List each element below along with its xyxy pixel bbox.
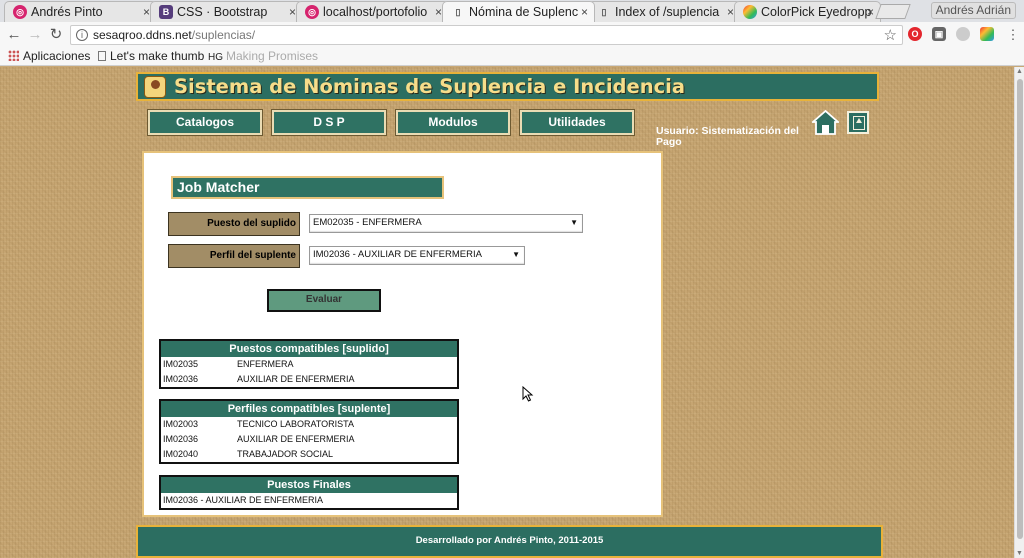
table-row: IM02036 AUXILIAR DE ENFERMERIA (163, 374, 355, 384)
puesto-label: Puesto del suplido (168, 212, 300, 236)
tab-css-bootstrap[interactable]: B CSS · Bootstrap × (150, 1, 303, 22)
close-icon[interactable]: × (143, 2, 150, 22)
scroll-down-icon[interactable]: ▼ (1016, 550, 1023, 557)
info-icon[interactable]: i (76, 29, 88, 41)
instagram-icon: ◎ (305, 5, 319, 19)
app-title: Sistema de Nóminas de Suplencia e Incide… (174, 75, 685, 98)
table-row: IM02036 AUXILIAR DE ENFERMERIA (163, 434, 355, 444)
opera-icon[interactable]: O (908, 27, 922, 41)
menu-catalogos[interactable]: Catalogos (148, 110, 262, 135)
perfiles-compatibles-table: Perfiles compatibles [suplente] IM02003 T… (159, 399, 459, 464)
tab-label: CSS · Bootstrap (177, 5, 268, 19)
tab-index-suplencia[interactable]: ▯ Index of /suplencia × (588, 1, 741, 22)
job-matcher-panel: Job Matcher Puesto del suplido EM02035 -… (142, 151, 663, 517)
forward-icon[interactable]: → (26, 25, 44, 45)
app-header: Sistema de Nóminas de Suplencia e Incide… (136, 72, 879, 101)
bootstrap-icon: B (159, 5, 173, 19)
table-header: Puestos Finales (161, 477, 457, 493)
profile-name[interactable]: Andrés Adrián (930, 2, 1016, 19)
table-header: Puestos compatibles [suplido] (161, 341, 457, 357)
tab-nomina[interactable]: ▯ Nómina de Suplenc × (442, 1, 595, 22)
perfil-select[interactable]: IM02036 - AUXILIAR DE ENFERMERIA ▼ (309, 246, 525, 265)
url-text: sesaqroo.ddns.net/suplencias/ (93, 28, 256, 42)
dropdown-arrow-icon: ▼ (512, 250, 520, 259)
extension-disabled-icon[interactable] (956, 27, 970, 41)
tab-strip: ◎ Andrés Pinto × B CSS · Bootstrap × ◎ l… (0, 0, 1024, 22)
menu-modulos[interactable]: Modulos (396, 110, 510, 135)
table-row: IM02035 ENFERMERA (163, 359, 294, 369)
back-icon[interactable]: ← (5, 25, 23, 45)
section-title: Job Matcher (171, 176, 444, 199)
table-row: IM02040 TRABAJADOR SOCIAL (163, 449, 334, 459)
table-header: Perfiles compatibles [suplente] (161, 401, 457, 417)
close-icon[interactable]: × (289, 2, 296, 22)
puesto-select[interactable]: EM02035 - ENFERMERA ▼ (309, 214, 583, 233)
page-icon: ▯ (601, 7, 607, 17)
app-logo-icon (144, 76, 166, 98)
bookmark-apps[interactable]: Aplicaciones (8, 49, 90, 63)
page-icon (98, 51, 106, 61)
menu-dots-icon[interactable]: ⋮ (1004, 25, 1022, 45)
close-icon[interactable]: × (581, 2, 588, 22)
puestos-finales-table: Puestos Finales IM02036 - AUXILIAR DE EN… (159, 475, 459, 510)
tab-label: Index of /suplencia (615, 5, 720, 19)
extension-icon[interactable]: ▣ (932, 27, 946, 41)
tab-label: Andrés Pinto (31, 5, 103, 19)
evaluar-button[interactable]: Evaluar (267, 289, 381, 312)
new-tab-button[interactable] (875, 4, 911, 19)
page-scrollbar[interactable]: ▲ ▼ (1014, 67, 1024, 558)
perfil-label: Perfil del suplente (168, 244, 300, 268)
close-icon[interactable]: × (435, 2, 442, 22)
bookmarks-bar: Aplicaciones Let's make thumb HG Making P… (0, 48, 1024, 66)
table-row: IM02036 - AUXILIAR DE ENFERMERIA (163, 495, 324, 505)
page-footer: Desarrollado por Andrés Pinto, 2011-2015 (136, 525, 883, 558)
mouse-cursor-icon (522, 386, 534, 402)
close-icon[interactable]: × (727, 2, 734, 22)
menu-utilidades[interactable]: Utilidades (520, 110, 634, 135)
dropdown-arrow-icon: ▼ (570, 218, 578, 227)
browser-toolbar: ← → ↻ i sesaqroo.ddns.net/suplencias/ ☆ … (0, 22, 1024, 48)
scrollbar-thumb[interactable] (1017, 79, 1023, 539)
colorpick-icon (743, 5, 757, 19)
instagram-icon: ◎ (13, 5, 27, 19)
page-icon: ▯ (455, 7, 461, 17)
tab-colorpick[interactable]: ColorPick Eyedropp × (734, 1, 881, 22)
tab-andres-pinto[interactable]: ◎ Andrés Pinto × (4, 1, 157, 22)
user-label: Usuario: Sistematización del Pago (656, 125, 799, 148)
tab-label: localhost/portofolio (323, 5, 428, 19)
apps-grid-icon (8, 50, 19, 61)
scroll-up-icon[interactable]: ▲ (1016, 68, 1023, 75)
page-viewport: Sistema de Nóminas de Suplencia e Incide… (0, 67, 1014, 558)
address-bar[interactable]: i sesaqroo.ddns.net/suplencias/ ☆ (70, 25, 903, 45)
bookmark-thumb[interactable]: Let's make thumb (98, 49, 204, 63)
exit-icon[interactable] (847, 111, 869, 134)
tab-localhost[interactable]: ◎ localhost/portofolio × (296, 1, 449, 22)
reload-icon[interactable]: ↻ (47, 25, 65, 45)
home-icon[interactable] (812, 109, 839, 136)
puestos-compatibles-table: Puestos compatibles [suplido] IM02035 ENF… (159, 339, 459, 389)
tab-label: Nómina de Suplenc (469, 5, 579, 19)
close-icon[interactable]: × (867, 2, 874, 22)
colorpick-extension-icon[interactable] (980, 27, 994, 41)
tab-label: ColorPick Eyedropp (761, 5, 872, 19)
bookmark-star-icon[interactable]: ☆ (884, 26, 897, 44)
menu-dsp[interactable]: D S P (272, 110, 386, 135)
bookmark-making-promises[interactable]: HG Making Promises (208, 49, 318, 63)
table-row: IM02003 TECNICO LABORATORISTA (163, 419, 355, 429)
